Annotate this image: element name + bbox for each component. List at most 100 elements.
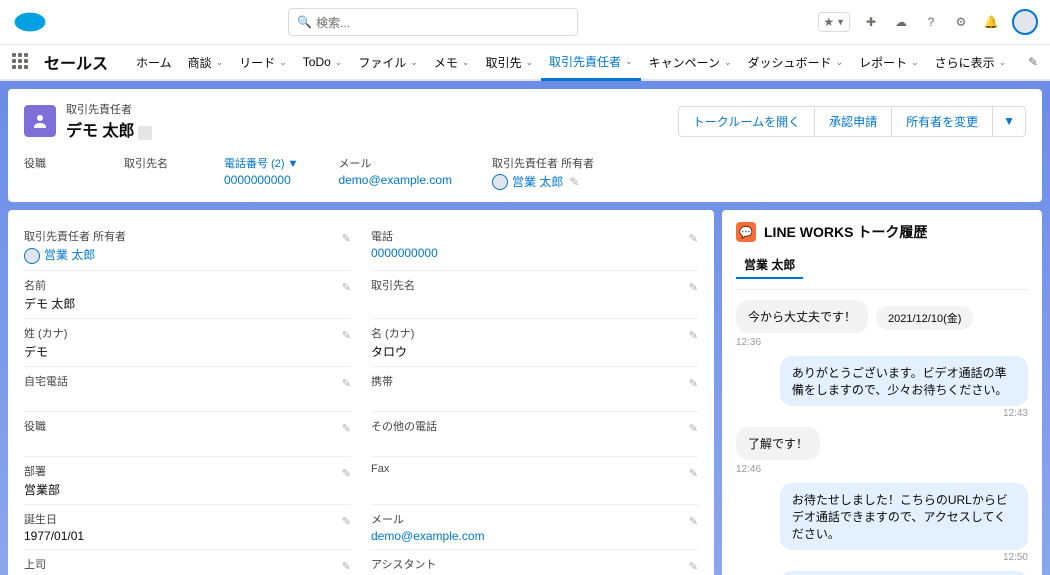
chevron-down-icon: ⌄ [335,57,343,68]
nav-item[interactable]: 取引先責任者⌄ [541,45,641,81]
field-label: 取引先名 [371,277,698,293]
edit-icon[interactable]: ✎ [342,377,351,390]
field-label: 部署 [24,463,351,479]
nav-item[interactable]: キャンペーン⌄ [641,45,740,79]
nav-label: リード [239,54,275,71]
edit-icon[interactable]: ✎ [689,560,698,573]
edit-icon[interactable]: ✎ [689,377,698,390]
nav-item[interactable]: ToDo⌄ [295,45,351,79]
edit-icon[interactable]: ✎ [342,560,351,573]
field-label: Fax [371,463,698,475]
summary-owner-value[interactable]: 営業 太郎 [512,173,563,190]
field-label: 携帯 [371,373,698,389]
field-label: アシスタント [371,556,698,572]
nav-item[interactable]: メモ⌄ [426,45,478,79]
open-talkroom-button[interactable]: トークルームを開く [678,106,815,137]
field-value[interactable]: 0000000000 [371,246,698,260]
detail-field: 役職✎ [24,412,351,457]
nav-item[interactable]: さらに表示 ⌄ [927,45,1015,79]
chat-time: 12:50 [736,552,1028,563]
field-label: 名 (カナ) [371,325,698,341]
chat-time: 12:46 [736,464,1028,475]
help-icon[interactable]: ? [922,13,940,31]
more-actions-button[interactable]: ▼ [993,106,1026,137]
chat-msg-incoming: 了解です！ [736,427,820,460]
nav-item[interactable]: ダッシュボード⌄ [740,45,852,79]
chat-time: 12:36 [736,337,1028,348]
edit-icon[interactable]: ✎ [342,281,351,294]
field-label: 名前 [24,277,351,293]
nav-item[interactable]: リード ⌄ [231,45,295,79]
detail-field: 自宅電話✎ [24,367,351,412]
field-label: 誕生日 [24,511,351,527]
chat-title: LINE WORKS トーク履歴 [764,222,927,242]
detail-field: 名 (カナ) タロウ✎ [371,319,698,367]
approval-button[interactable]: 承認申請 [815,106,892,137]
contact-icon [24,105,56,137]
add-button[interactable]: ✚ [862,13,880,31]
change-owner-icon[interactable]: ✎ [569,175,579,189]
field-label: その他の電話 [371,418,698,434]
field-value [371,295,698,309]
activity-icon[interactable]: ☁ [892,13,910,31]
chevron-down-icon: ⌄ [999,57,1007,68]
user-avatar[interactable] [1012,9,1038,35]
hierarchy-icon[interactable] [138,126,152,140]
chevron-down-icon: ▼ [836,17,845,27]
owner-avatar [492,174,508,190]
nav-label: さらに表示 [935,54,995,71]
chat-time: 12:43 [736,408,1028,419]
field-value [371,436,698,450]
notifications-icon[interactable]: 🔔 [982,13,1000,31]
detail-field: アシスタント✎ [371,550,698,575]
edit-nav-icon[interactable]: ✎ [1028,55,1038,69]
field-value [24,436,351,450]
field-value: タロウ [371,343,698,360]
app-launcher-icon[interactable] [12,53,30,71]
nav-label: ホーム [136,54,172,71]
field-value[interactable]: demo@example.com [371,529,698,543]
favorites-button[interactable]: ★▼ [818,12,850,32]
detail-field: 電話0000000000✎ [371,222,698,271]
chevron-down-icon: ⌄ [911,57,919,68]
summary-email-label: メール [338,155,452,171]
edit-icon[interactable]: ✎ [342,329,351,342]
edit-icon[interactable]: ✎ [689,422,698,435]
edit-icon[interactable]: ✎ [342,232,351,245]
chat-msg-outgoing: ありがとうございます。ビデオ通話の準備をしますので、少々お待ちください。 [780,356,1028,406]
record-name: デモ 太郎 [66,123,134,140]
chat-date-chip: 2021/12/10(金) [876,306,973,330]
chat-tab[interactable]: 営業 太郎 [736,252,803,279]
summary-phone-value[interactable]: 0000000000 [224,173,298,187]
chevron-down-icon: ⌄ [410,57,418,68]
summary-email-value[interactable]: demo@example.com [338,173,452,187]
chat-msg-incoming: 今から大丈夫です！ [736,300,868,333]
search-input[interactable]: 🔍 検索... [288,8,578,36]
chevron-down-icon: ⌄ [279,57,287,68]
field-value [371,391,698,405]
setup-gear-icon[interactable]: ⚙ [952,13,970,31]
nav-item[interactable]: ファイル⌄ [350,45,426,79]
nav-item[interactable]: 商談⌄ [180,45,232,79]
chevron-down-icon: ⌄ [836,57,844,68]
summary-phone-label[interactable]: 電話番号 (2) ▼ [224,155,298,171]
detail-field: 部署営業部✎ [24,457,351,505]
edit-icon[interactable]: ✎ [342,515,351,528]
detail-field: 名前デモ 太郎✎ [24,271,351,319]
detail-field: 誕生日1977/01/01✎ [24,505,351,550]
edit-icon[interactable]: ✎ [689,329,698,342]
edit-icon[interactable]: ✎ [689,467,698,480]
change-owner-button[interactable]: 所有者を変更 [892,106,993,137]
field-label: 役職 [24,418,351,434]
edit-icon[interactable]: ✎ [342,467,351,480]
edit-icon[interactable]: ✎ [689,515,698,528]
field-value[interactable]: 営業 太郎 [24,246,351,264]
nav-item[interactable]: 取引先⌄ [477,45,541,79]
edit-icon[interactable]: ✎ [689,281,698,294]
edit-icon[interactable]: ✎ [342,422,351,435]
detail-field: 取引先名✎ [371,271,698,319]
nav-item[interactable]: ホーム [128,45,180,79]
edit-icon[interactable]: ✎ [689,232,698,245]
field-value [371,477,698,491]
nav-item[interactable]: レポート⌄ [851,45,927,79]
